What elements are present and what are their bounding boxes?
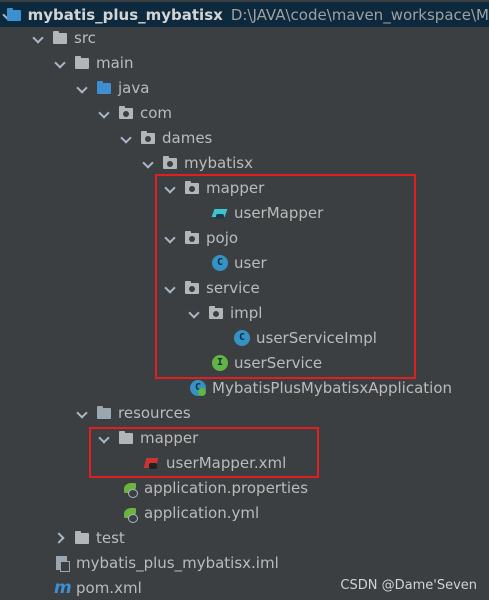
tree-label-mybatisx: mybatisx: [184, 153, 253, 172]
tree-row-dames[interactable]: dames: [0, 125, 489, 150]
tree-row-mybatisx[interactable]: mybatisx: [0, 150, 489, 175]
tree-label-com: com: [140, 103, 173, 122]
source-folder-icon: [96, 80, 112, 96]
spring-config-icon: [122, 505, 138, 523]
tree-label-main: main: [96, 53, 134, 72]
tree-row-test[interactable]: test: [0, 525, 489, 550]
folder-icon: [74, 55, 90, 71]
tree-row-application-yml[interactable]: application.yml: [0, 500, 489, 525]
tree-label-iml: mybatis_plus_mybatisx.iml: [76, 553, 279, 572]
chevron-down-icon[interactable]: [54, 56, 68, 70]
chevron-right-icon[interactable]: [54, 531, 68, 545]
highlight-box-resources-mapper: [89, 427, 319, 478]
chevron-down-icon[interactable]: [98, 106, 112, 120]
tree-row-src[interactable]: src: [0, 25, 489, 50]
chevron-down-icon[interactable]: [32, 31, 46, 45]
tree-label-application-properties: application.properties: [144, 478, 309, 497]
package-icon: [140, 130, 156, 146]
tree-label-resources: resources: [118, 403, 191, 422]
folder-icon: [74, 530, 90, 546]
tree-label-application-yml: application.yml: [144, 503, 260, 522]
package-icon: [118, 105, 134, 121]
resources-folder-icon: [96, 405, 112, 421]
folder-icon: [52, 30, 68, 46]
project-path: D:\JAVA\code\maven_workspace\M: [230, 5, 489, 24]
tree-label-application: MybatisPlusMybatisxApplication: [212, 378, 453, 397]
spring-config-icon: [122, 480, 138, 498]
module-file-icon: [54, 555, 70, 572]
tree-row-java[interactable]: java: [0, 75, 489, 100]
chevron-down-icon[interactable]: [2, 8, 5, 22]
module-folder-icon: [6, 7, 22, 23]
tree-label-src: src: [74, 28, 96, 47]
tree-label-java: java: [118, 78, 150, 97]
tree-label-dames: dames: [162, 128, 213, 147]
maven-icon: m: [54, 577, 72, 598]
tree-row-application-properties[interactable]: application.properties: [0, 475, 489, 500]
tree-row-iml[interactable]: mybatis_plus_mybatisx.iml: [0, 550, 489, 575]
chevron-down-icon[interactable]: [120, 131, 134, 145]
chevron-down-icon[interactable]: [142, 156, 156, 170]
tree-row-project[interactable]: mybatis_plus_mybatisx D:\JAVA\code\maven…: [0, 2, 489, 27]
spring-boot-class-icon: C: [190, 379, 206, 396]
tree-row-main[interactable]: main: [0, 50, 489, 75]
tree-row-resources[interactable]: resources: [0, 400, 489, 425]
package-icon: [162, 155, 178, 171]
tree-label-pom: pom.xml: [76, 578, 142, 597]
highlight-box-packages: [155, 174, 416, 379]
chevron-down-icon[interactable]: [76, 81, 90, 95]
tree-row-com[interactable]: com: [0, 100, 489, 125]
tree-label-test: test: [96, 528, 125, 547]
chevron-down-icon[interactable]: [76, 406, 90, 420]
watermark: CSDN @Dame'Seven: [340, 578, 477, 593]
project-name: mybatis_plus_mybatisx: [27, 5, 223, 24]
